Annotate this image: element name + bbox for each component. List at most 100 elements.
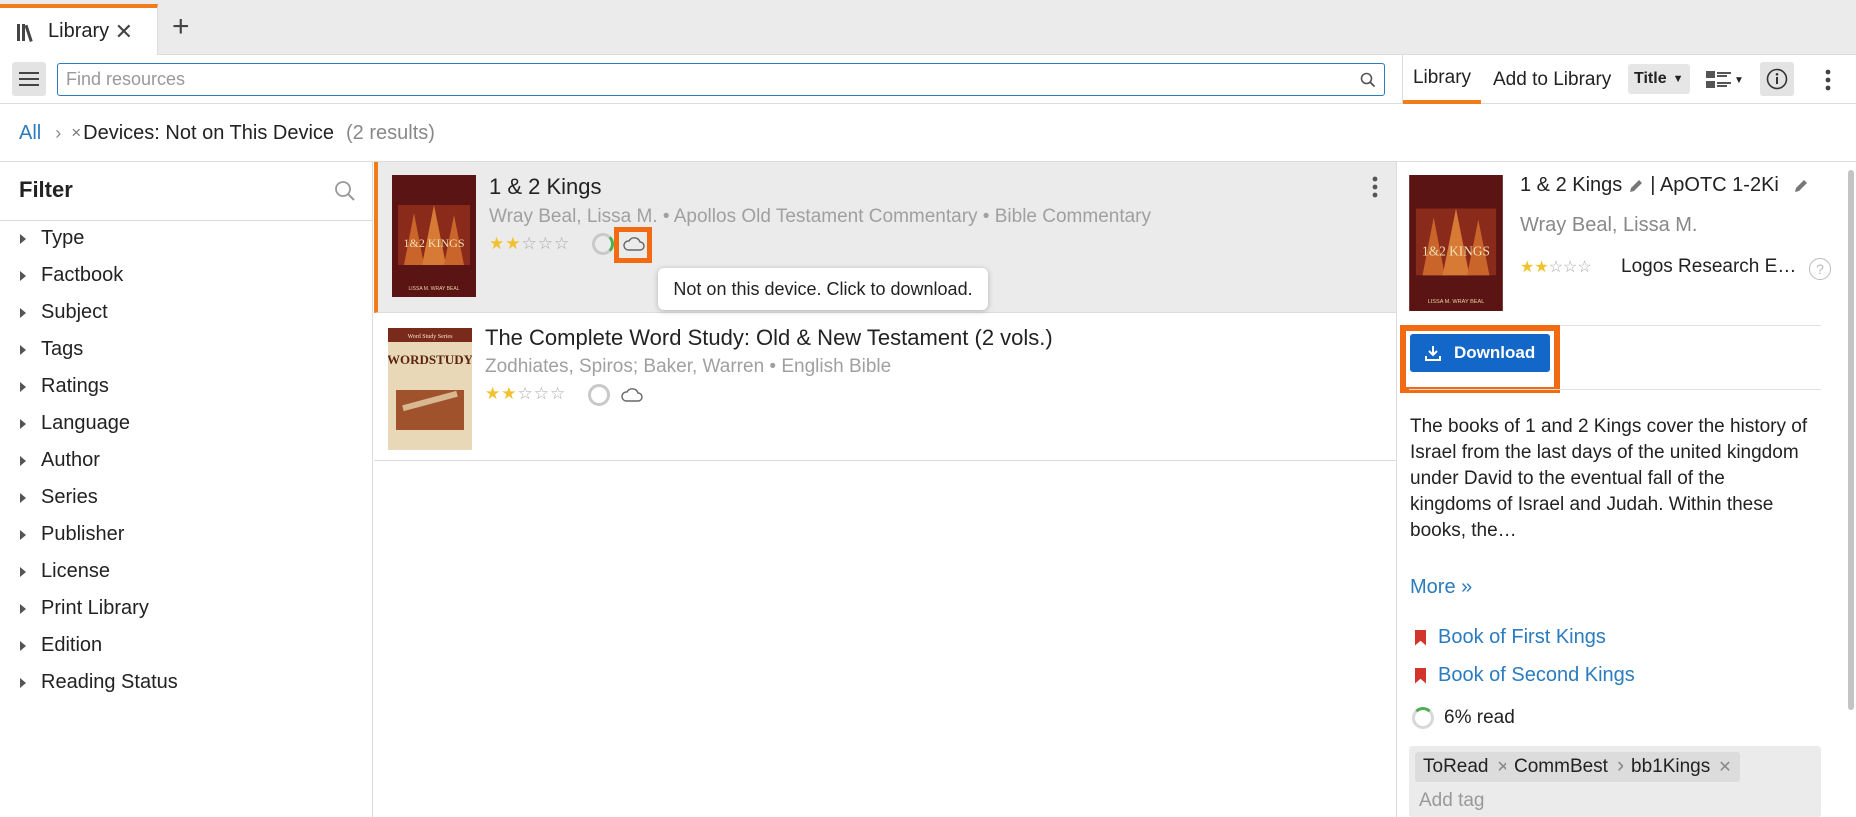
cloud-icon[interactable] (623, 236, 645, 252)
bookmark-link[interactable]: Book of First Kings (1415, 626, 1606, 649)
filter-item-edition[interactable]: Edition (20, 634, 102, 657)
rating-stars[interactable]: ★ ★ ☆ ☆ ☆ (489, 234, 570, 254)
sort-dropdown[interactable]: Title ▼ (1628, 64, 1690, 94)
cover-series: Word Study Series (408, 334, 454, 340)
cloud-icon[interactable] (621, 387, 643, 403)
expand-icon (20, 640, 26, 651)
search-icon[interactable] (1360, 72, 1376, 88)
bookmark-icon (1415, 629, 1426, 646)
divider (1409, 389, 1821, 390)
tag-label: ToRead (1423, 756, 1489, 777)
details-title-line: 1 & 2 Kings | ApOTC 1-2Ki (1520, 174, 1815, 197)
scrollbar[interactable] (1848, 170, 1854, 710)
filter-item-label: License (41, 560, 110, 582)
filter-item-ratings[interactable]: Ratings (20, 375, 109, 398)
star-empty-icon: ☆ (1548, 259, 1564, 276)
cover-title: 1&2 KINGS (403, 236, 464, 250)
help-icon[interactable]: ? (1809, 258, 1831, 280)
info-button[interactable] (1760, 62, 1794, 96)
download-icon (1425, 346, 1441, 361)
filter-item-series[interactable]: Series (20, 486, 98, 509)
result-meta: Zodhiates, Spiros; Baker, Warren • Engli… (485, 356, 892, 377)
result-row[interactable]: Word Study Series WORDSTUDY The Complete… (374, 313, 1396, 461)
chevron-right-icon: › (55, 122, 62, 143)
expand-icon (20, 566, 26, 577)
details-publisher: Logos Research E… (1621, 256, 1797, 277)
star-empty-icon: ☆ (517, 384, 534, 403)
expand-icon (20, 677, 26, 688)
rating-stars[interactable]: ★ ★ ☆ ☆ ☆ (485, 384, 566, 404)
more-link[interactable]: More » (1410, 576, 1472, 599)
caret-down-icon: ▼ (1672, 73, 1684, 85)
breadcrumb-filter: Devices: Not on This Device (83, 121, 335, 144)
view-mode-button[interactable]: ▼ (1706, 66, 1748, 94)
star-icon: ★ (1534, 259, 1549, 276)
filter-item-factbook[interactable]: Factbook (20, 264, 123, 287)
filter-title: Filter (19, 177, 73, 202)
rating-stars[interactable]: ★ ★ ☆ ☆ ☆ (1520, 257, 1592, 277)
results-list: 1&2 KINGS LISSA M. WRAY BEAL 1 & 2 Kings… (374, 162, 1396, 817)
tab-library-panel[interactable]: Library (1403, 55, 1481, 104)
bookmark-link[interactable]: Book of Second Kings (1415, 664, 1635, 687)
result-title[interactable]: 1 & 2 Kings (489, 174, 602, 200)
filter-item-subject[interactable]: Subject (20, 301, 108, 324)
link-label: Book of First Kings (1438, 626, 1606, 648)
details-panel: 1&2 KINGS LISSA M. WRAY BEAL 1 & 2 Kings… (1396, 162, 1856, 817)
filter-item-license[interactable]: License (20, 560, 110, 583)
star-empty-icon: ☆ (1563, 259, 1578, 276)
sort-label: Title (1634, 70, 1667, 87)
filter-item-publisher[interactable]: Publisher (20, 523, 124, 546)
edit-pencil-icon[interactable] (1793, 178, 1809, 194)
hamburger-menu-icon[interactable] (12, 62, 46, 96)
result-title[interactable]: The Complete Word Study: Old & New Testa… (485, 325, 1053, 351)
reading-progress: 6% read (1412, 707, 1515, 729)
filter-item-language[interactable]: Language (20, 412, 130, 435)
breadcrumb-all-link[interactable]: All (19, 122, 41, 145)
tab-library[interactable]: Library ✕ (0, 4, 158, 55)
search-input[interactable] (66, 64, 1356, 94)
search-icon[interactable] (334, 180, 356, 202)
tag-box: ToRead✕ CommBest✕ bb1Kings ✕ Add tag (1409, 746, 1821, 817)
filter-item-print-library[interactable]: Print Library (20, 597, 149, 620)
tag-chip: CommBest✕ (1506, 752, 1638, 782)
add-tag-input[interactable]: Add tag (1419, 790, 1485, 812)
filter-item-label: Language (41, 412, 130, 434)
result-meta: Wray Beal, Lissa M. • Apollos Old Testam… (489, 206, 1152, 227)
reading-progress-icon (592, 233, 614, 255)
search-box (57, 63, 1385, 96)
caret-down-icon: ▼ (1734, 74, 1744, 86)
tab-add-to-library[interactable]: Add to Library (1493, 55, 1611, 104)
tag-chip: bb1Kings ✕ (1623, 752, 1740, 782)
more-options-icon[interactable] (1818, 65, 1838, 95)
filter-item-reading-status[interactable]: Reading Status (20, 671, 178, 694)
filter-item-tags[interactable]: Tags (20, 338, 83, 361)
library-icon (17, 23, 33, 42)
expand-icon (20, 455, 26, 466)
expand-icon (20, 270, 26, 281)
download-button[interactable]: Download (1410, 334, 1550, 372)
add-tab-icon[interactable]: + (172, 12, 190, 42)
filter-item-type[interactable]: Type (20, 227, 84, 250)
filter-item-label: Series (41, 486, 98, 508)
book-cover: 1&2 KINGS LISSA M. WRAY BEAL (1409, 175, 1503, 311)
expand-icon (20, 307, 26, 318)
book-cover: 1&2 KINGS LISSA M. WRAY BEAL (392, 175, 476, 297)
more-options-icon[interactable] (1370, 176, 1380, 198)
star-empty-icon: ☆ (537, 234, 554, 253)
star-empty-icon: ☆ (521, 234, 538, 253)
tab-label: Library (48, 20, 110, 42)
filter-item-label: Ratings (41, 375, 109, 397)
filter-panel: Filter Type Factbook Subject Tags Rating… (0, 162, 373, 817)
remove-filter-icon[interactable]: × (71, 123, 81, 143)
expand-icon (20, 344, 26, 355)
star-icon: ★ (1520, 259, 1535, 276)
expand-icon (20, 492, 26, 503)
info-icon (1766, 68, 1788, 90)
tag-chip: ToRead ✕ (1415, 752, 1518, 782)
close-icon[interactable]: ✕ (115, 19, 133, 45)
filter-item-author[interactable]: Author (20, 449, 100, 472)
star-empty-icon: ☆ (533, 384, 550, 403)
remove-tag-icon[interactable]: ✕ (1718, 757, 1731, 777)
edit-pencil-icon[interactable] (1628, 178, 1644, 194)
details-title: 1 & 2 Kings (1520, 174, 1623, 196)
